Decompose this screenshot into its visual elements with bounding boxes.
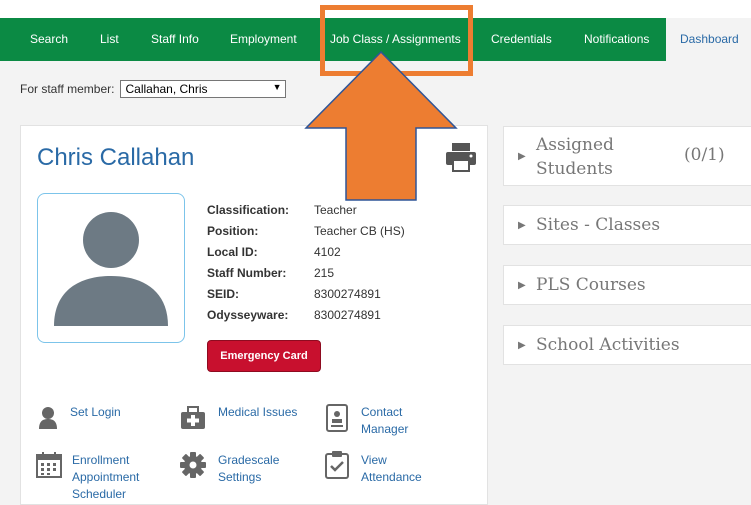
set-login-link[interactable]: Set Login	[70, 404, 121, 421]
medical-kit-icon	[181, 406, 205, 429]
local-id-value: 4102	[314, 245, 341, 259]
tab-credentials[interactable]: Credentials	[491, 18, 552, 61]
position-label: Position:	[207, 224, 259, 238]
pls-courses-title: PLS Courses	[536, 275, 646, 295]
emergency-card-button[interactable]: Emergency Card	[207, 340, 321, 372]
detail-row: SEID: 8300274891	[207, 284, 405, 305]
medical-issues-link[interactable]: Medical Issues	[218, 404, 297, 421]
odysseyware-value: 8300274891	[314, 308, 381, 322]
classification-value: Teacher	[314, 203, 357, 217]
enrollment-scheduler-line: Appointment	[72, 470, 140, 484]
school-activities-panel[interactable]: ▶ School Activities	[503, 325, 751, 365]
detail-row: Local ID: 4102	[207, 242, 405, 263]
staff-details: Classification: Teacher Position: Teache…	[207, 200, 405, 326]
detail-row: Classification: Teacher	[207, 200, 405, 221]
gradescale-settings-link[interactable]: Gradescale Settings	[218, 452, 279, 486]
staff-member-row: For staff member: Callahan, Chris ▼	[20, 80, 287, 98]
staff-member-select[interactable]: Callahan, Chris ▼	[120, 80, 287, 98]
detail-row: Odysseyware: 8300274891	[207, 305, 405, 326]
detail-row: Staff Number: 215	[207, 263, 405, 284]
assigned-students-panel[interactable]: ▶ Assigned Students (0/1)	[503, 126, 751, 186]
gradescale-settings-line: Settings	[218, 470, 262, 484]
classification-label: Classification:	[207, 203, 290, 217]
detail-row: Position: Teacher CB (HS)	[207, 221, 405, 242]
chevron-right-icon: ▶	[518, 151, 526, 162]
local-id-label: Local ID:	[207, 245, 258, 259]
gear-icon	[180, 452, 206, 478]
tab-dashboard[interactable]: Dashboard	[666, 18, 751, 61]
up-arrow-annotation-icon	[304, 50, 458, 201]
gradescale-settings-line: Gradescale	[218, 453, 280, 467]
contact-manager-link[interactable]: Contact Manager	[361, 404, 408, 438]
odysseyware-label: Odysseyware:	[207, 308, 289, 322]
view-attendance-line: View	[361, 453, 387, 467]
person-avatar-icon	[54, 212, 168, 326]
staff-name-heading: Chris Callahan	[37, 144, 195, 171]
clipboard-check-icon	[325, 451, 349, 479]
chevron-right-icon: ▶	[518, 280, 526, 291]
tab-list[interactable]: List	[100, 18, 119, 61]
sites-classes-title: Sites - Classes	[536, 215, 661, 235]
pls-courses-panel[interactable]: ▶ PLS Courses	[503, 265, 751, 305]
view-attendance-line: Attendance	[361, 470, 422, 484]
staff-member-label: For staff member:	[20, 82, 115, 96]
tab-employment[interactable]: Employment	[230, 18, 297, 61]
assigned-students-line: Assigned	[536, 135, 614, 155]
enrollment-scheduler-link[interactable]: Enrollment Appointment Scheduler	[72, 452, 139, 503]
staff-number-value: 215	[314, 266, 335, 280]
view-attendance-link[interactable]: View Attendance	[361, 452, 422, 486]
assigned-students-count: (0/1)	[684, 145, 725, 165]
staff-photo	[37, 193, 185, 343]
contact-manager-line: Manager	[361, 422, 409, 436]
staff-member-value: Callahan, Chris	[125, 82, 208, 96]
tab-search[interactable]: Search	[30, 18, 68, 61]
position-value: Teacher CB (HS)	[314, 224, 405, 238]
user-icon	[39, 407, 57, 429]
contact-card-icon	[326, 404, 348, 432]
assigned-students-line: Students	[536, 159, 613, 179]
contact-manager-line: Contact	[361, 405, 403, 419]
seid-value: 8300274891	[314, 287, 381, 301]
seid-label: SEID:	[207, 287, 240, 301]
chevron-right-icon: ▶	[518, 220, 526, 231]
tab-staff-info[interactable]: Staff Info	[151, 18, 199, 61]
staff-number-label: Staff Number:	[207, 266, 287, 280]
school-activities-title: School Activities	[536, 335, 680, 355]
chevron-right-icon: ▶	[518, 340, 526, 351]
calendar-icon	[36, 452, 62, 478]
tab-notifications[interactable]: Notifications	[584, 18, 649, 61]
enrollment-scheduler-line: Scheduler	[72, 487, 127, 501]
sites-classes-panel[interactable]: ▶ Sites - Classes	[503, 205, 751, 245]
assigned-students-title: Assigned Students	[536, 133, 614, 181]
enrollment-scheduler-line: Enrollment	[72, 453, 130, 467]
dropdown-arrow-icon: ▼	[272, 82, 282, 92]
